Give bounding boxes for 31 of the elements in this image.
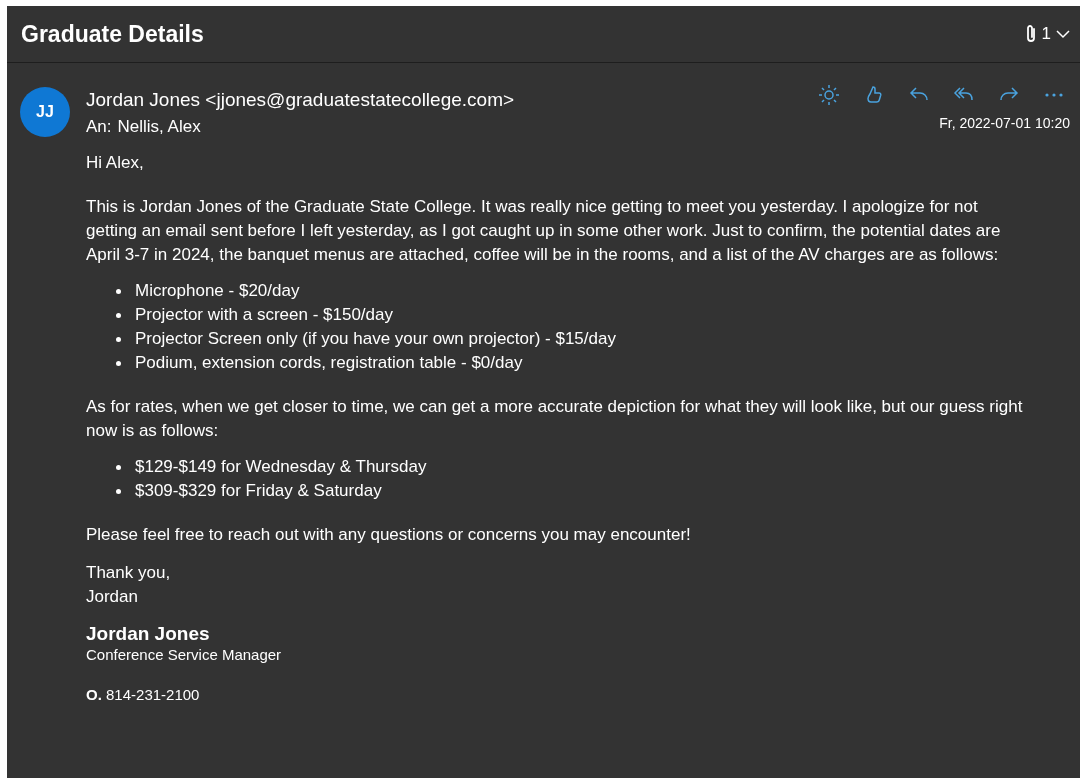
bullet-icon bbox=[116, 288, 121, 294]
paragraph: As for rates, when we get closer to time, we can get a more accurate depiction for what they will look like, but our guess right now is as follows: bbox=[86, 396, 1024, 442]
closing-line: Thank you, bbox=[86, 562, 172, 584]
sender: Jordan Jones <jjones@graduatestatecollege.com> bbox=[86, 89, 516, 111]
list-item: $309-$329 for Friday & Saturday bbox=[135, 480, 382, 502]
list-item: Projector Screen only (if you have your own projector) - $15/day bbox=[135, 328, 616, 350]
paragraph: Please feel free to reach out with any questions or concerns you may encounter! bbox=[86, 524, 692, 546]
bullet-icon bbox=[116, 464, 121, 470]
bullet-icon bbox=[116, 488, 121, 494]
attachments-button[interactable]: 1 bbox=[1024, 24, 1070, 44]
message-subject: Graduate Details bbox=[21, 20, 204, 48]
list-item: Projector with a screen - $150/day bbox=[135, 304, 393, 326]
recipient-label: An: bbox=[86, 117, 112, 137]
recipient: Nellis, Alex bbox=[117, 117, 201, 137]
bullet-icon bbox=[116, 312, 121, 318]
list-item: Podium, extension cords, registration table - $0/day bbox=[135, 352, 523, 374]
list-item: Microphone - $20/day bbox=[135, 280, 300, 302]
signature-name: Jordan Jones bbox=[86, 623, 211, 645]
paperclip-icon bbox=[1024, 24, 1037, 44]
sun-icon[interactable] bbox=[817, 83, 841, 107]
avatar: JJ bbox=[20, 87, 70, 137]
message-date: Fr, 2022-07-01 10:20 bbox=[939, 115, 1070, 131]
paragraph: This is Jordan Jones of the Graduate State College. It was really nice getting to meet you yesterday. I apologize for not getting an email sent before I left yesterday, as I got caught up in some other work. Just to confirm, the potential dates are April 3-7 in 2024, the banquet menus are attached, coffee will be in the rooms, and a list of the AV charges are as follows: bbox=[86, 196, 1002, 266]
signature-title: Conference Service Manager bbox=[86, 645, 283, 665]
closing-line: Jordan bbox=[86, 586, 139, 608]
bullet-icon bbox=[116, 336, 121, 342]
paragraph: Hi Alex, bbox=[86, 152, 145, 174]
list-item: $129-$149 for Wednesday & Thursday bbox=[135, 456, 427, 478]
signature-phone: O. 814-231-2100 bbox=[86, 685, 201, 705]
chevron-down-icon bbox=[1056, 29, 1070, 39]
bullet-icon bbox=[116, 360, 121, 366]
